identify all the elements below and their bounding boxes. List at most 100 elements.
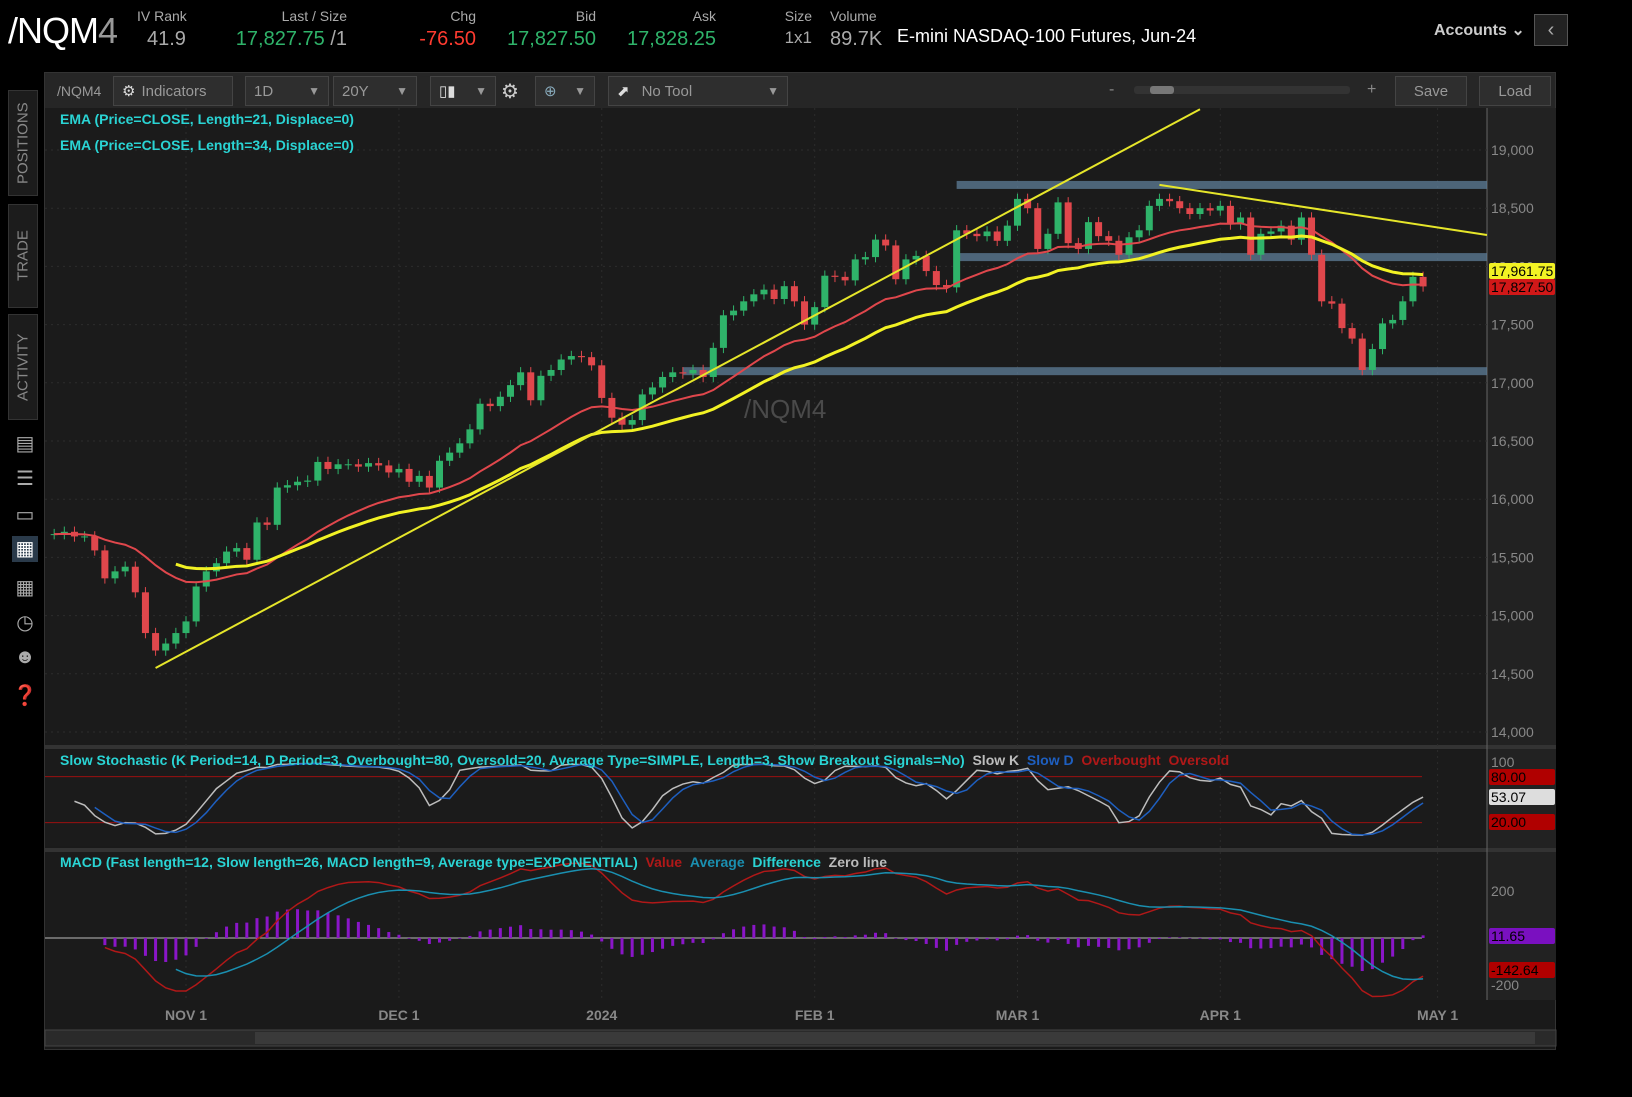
candle <box>131 561 139 598</box>
support-resistance-zone <box>682 367 1487 376</box>
candle-body <box>770 289 778 299</box>
legend-slow-k: Slow K <box>972 752 1020 768</box>
candle-body <box>730 310 738 316</box>
date-tick-label: NOV 1 <box>165 1007 207 1023</box>
candle-body <box>659 376 667 388</box>
candle-body <box>111 571 119 579</box>
candle <box>436 455 443 493</box>
candle-body <box>567 356 575 360</box>
candle-body <box>1125 237 1133 255</box>
macd-diff-label: 11.65 <box>1491 928 1525 944</box>
candle-body <box>841 276 849 281</box>
candle-body <box>588 357 596 366</box>
candle-body <box>1328 301 1336 304</box>
candle-body <box>1338 303 1346 329</box>
candle <box>1409 271 1417 307</box>
candle-body <box>415 475 423 482</box>
price-tick-label: 14,500 <box>1491 666 1534 682</box>
candle-body <box>760 289 768 295</box>
macd-value-label: -142.64 <box>1491 962 1539 978</box>
ema34-study-label[interactable]: EMA (Price=CLOSE, Length=34, Displace=0) <box>60 137 354 153</box>
candle <box>537 370 545 406</box>
date-tick-label: 2024 <box>586 1007 617 1023</box>
candle <box>1145 200 1153 236</box>
candle-body <box>375 463 383 466</box>
candle-body <box>91 536 99 551</box>
candle <box>273 482 281 531</box>
candle-body <box>902 259 910 280</box>
legend-oversold: Oversold <box>1168 752 1230 768</box>
candle-body <box>456 443 464 453</box>
candle <box>1013 193 1021 231</box>
macd-study-label[interactable]: MACD (Fast length=12, Slow length=26, MA… <box>60 854 638 870</box>
candle-body <box>628 420 636 425</box>
candle-body <box>527 372 535 401</box>
candle-body <box>385 465 393 473</box>
candle-body <box>1145 205 1153 231</box>
candle-body <box>1226 205 1234 225</box>
panel-divider <box>45 848 1556 852</box>
candle-body <box>243 548 251 560</box>
macd-panel <box>45 852 1487 1000</box>
candle-body <box>1247 217 1255 255</box>
candle-body <box>131 566 139 593</box>
candle <box>1338 298 1346 334</box>
candle-body <box>1379 323 1387 350</box>
macd-tick-label: 200 <box>1491 883 1515 899</box>
candle-body <box>598 365 606 398</box>
candle-body <box>223 551 231 564</box>
price-tick-label: 14,000 <box>1491 724 1534 740</box>
candle-body <box>882 239 890 246</box>
candle-body <box>466 429 474 444</box>
candle-body <box>932 271 940 286</box>
candle-body <box>263 522 271 525</box>
candle-body <box>283 485 291 488</box>
candle-body <box>1399 301 1407 320</box>
candle-body <box>1196 208 1204 215</box>
ema21-study-label[interactable]: EMA (Price=CLOSE, Length=21, Displace=0) <box>60 111 354 127</box>
price-chart[interactable]: 14,000 14,500 15,000 15,500 16,000 16,500 17,0… <box>0 0 1632 1097</box>
support-resistance-zone <box>956 180 1487 189</box>
candle-body <box>405 468 413 482</box>
legend-difference: Difference <box>752 854 821 870</box>
scrollbar-thumb[interactable] <box>255 1032 1535 1044</box>
candle-body <box>1389 319 1397 324</box>
candle-body <box>395 468 403 473</box>
candle-body <box>1186 208 1194 215</box>
candle-body <box>1368 349 1376 370</box>
candle <box>253 517 261 565</box>
date-tick-label: DEC 1 <box>378 1007 419 1023</box>
candle <box>527 367 535 406</box>
candle-body <box>425 475 433 488</box>
candle-body <box>1206 208 1214 211</box>
candle-body <box>1034 208 1042 249</box>
candle-body <box>354 464 362 467</box>
candle <box>719 310 727 354</box>
candle-body <box>506 385 514 397</box>
candle-body <box>821 275 829 308</box>
candle-body <box>101 550 109 579</box>
candle-body <box>851 259 859 281</box>
legend-average: Average <box>689 854 745 870</box>
candle-body <box>253 522 261 560</box>
candle <box>1084 216 1092 255</box>
last-price-label: 17,827.50 <box>1491 279 1553 295</box>
stoch-tick-label: 100 <box>1491 754 1515 770</box>
candle <box>476 398 484 435</box>
slow-k-label: 53.07 <box>1491 789 1526 805</box>
price-tick-label: 18,500 <box>1491 200 1534 216</box>
candle-body <box>1095 222 1103 237</box>
candle-body <box>202 571 210 587</box>
candle-body <box>365 463 373 467</box>
candle-body <box>648 387 656 395</box>
candle-body <box>679 372 687 374</box>
candle-body <box>669 372 677 377</box>
legend-value: Value <box>645 854 683 870</box>
candle-body <box>1044 233 1052 249</box>
stochastic-study-label[interactable]: Slow Stochastic (K Period=14, D Period=3… <box>60 752 965 768</box>
candle-body <box>740 301 748 311</box>
candle-body <box>304 480 312 482</box>
candle <box>892 240 900 285</box>
ema34-price-label: 17,961.75 <box>1491 263 1553 279</box>
candle-body <box>172 633 180 644</box>
